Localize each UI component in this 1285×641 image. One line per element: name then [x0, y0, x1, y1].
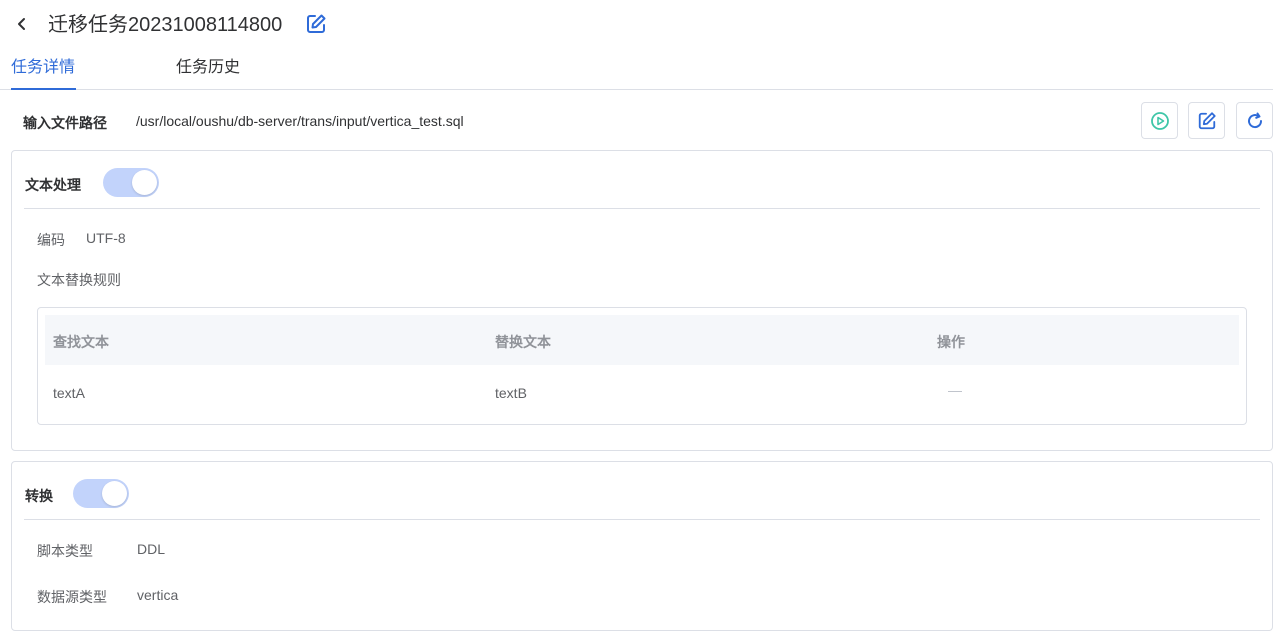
conversion-switch[interactable]: [73, 479, 129, 508]
edit-icon: [1198, 111, 1216, 129]
encoding-label: 编码: [37, 232, 65, 248]
edit-button[interactable]: [1188, 102, 1225, 139]
empty-action-dash: [948, 391, 962, 392]
edit-title-button[interactable]: [305, 13, 327, 35]
run-button[interactable]: [1141, 102, 1178, 139]
input-path-value: /usr/local/oushu/db-server/trans/input/v…: [136, 113, 464, 129]
column-header-find: 查找文本: [53, 334, 109, 350]
script-type-value: DDL: [137, 541, 166, 557]
text-processing-header: 文本处理: [24, 151, 1260, 209]
conversion-header: 转换: [24, 462, 1260, 520]
text-processing-title: 文本处理: [25, 177, 81, 193]
refresh-icon: [1247, 112, 1262, 128]
cell-replace-text: textB: [495, 385, 527, 401]
page-header: 迁移任务20231008114800: [0, 0, 1285, 50]
input-path-row: 输入文件路径 /usr/local/oushu/db-server/trans/…: [0, 100, 1285, 144]
tab-task-details[interactable]: 任务详情: [11, 58, 75, 78]
tab-bar: 任务详情 任务历史: [0, 54, 1273, 90]
text-processing-card: 文本处理 编码 UTF-8 文本替换规则 查找文本 替换文本 操作 textA …: [11, 150, 1273, 451]
input-path-label: 输入文件路径: [23, 115, 107, 131]
replace-rules-label: 文本替换规则: [37, 272, 121, 288]
cell-find-text: textA: [53, 385, 85, 401]
chevron-left-icon: [18, 18, 25, 30]
play-circle-icon: [1150, 111, 1169, 130]
switch-knob: [102, 481, 127, 506]
conversion-title: 转换: [25, 488, 53, 504]
datasource-type-label: 数据源类型: [37, 589, 107, 605]
column-header-replace: 替换文本: [495, 334, 551, 350]
datasource-type-value: vertica: [137, 587, 179, 603]
table-header: 查找文本 替换文本 操作: [45, 315, 1239, 365]
encoding-value: UTF-8: [86, 230, 126, 246]
script-type-label: 脚本类型: [37, 543, 93, 559]
conversion-card: 转换 脚本类型 DDL 数据源类型 vertica: [11, 461, 1273, 631]
page-title: 迁移任务20231008114800: [48, 14, 283, 36]
tab-task-history[interactable]: 任务历史: [176, 58, 240, 78]
back-button[interactable]: [12, 14, 32, 34]
column-header-action: 操作: [937, 334, 965, 350]
text-processing-switch[interactable]: [103, 168, 159, 197]
refresh-button[interactable]: [1236, 102, 1273, 139]
edit-icon: [307, 14, 326, 33]
switch-knob: [132, 170, 157, 195]
replace-rules-table: 查找文本 替换文本 操作 textA textB: [37, 307, 1247, 425]
active-tab-indicator: [11, 88, 76, 90]
